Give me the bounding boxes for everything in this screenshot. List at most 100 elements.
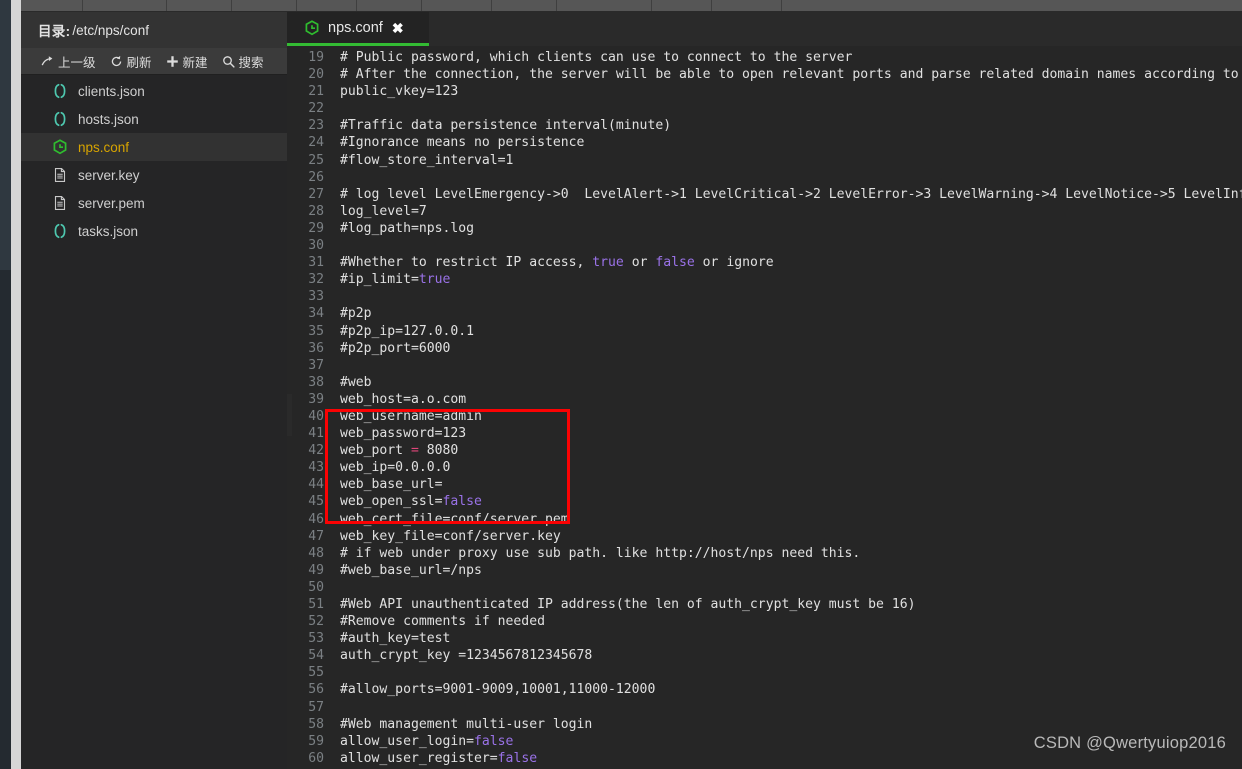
code-line: 44 web_base_url= bbox=[287, 476, 1242, 493]
code-line-text: allow_user_login=false bbox=[340, 733, 513, 750]
code-line: 30 bbox=[287, 237, 1242, 254]
code-line-text: web_host=a.o.com bbox=[340, 391, 466, 408]
code-token: #ip_limit= bbox=[340, 272, 419, 288]
code-line: 28 log_level=7 bbox=[287, 203, 1242, 220]
config-g-icon bbox=[52, 139, 68, 155]
file-name: server.key bbox=[78, 167, 140, 183]
code-token: web_base_url= bbox=[340, 477, 443, 493]
code-line: 58 #Web management multi-user login bbox=[287, 716, 1242, 733]
file-list-item[interactable]: server.key bbox=[21, 161, 287, 189]
watermark: CSDN @Qwertyuiop2016 bbox=[1033, 734, 1226, 752]
code-line-text: #Web management multi-user login bbox=[340, 716, 592, 733]
code-token: # Public password, which clients can use… bbox=[340, 50, 853, 65]
code-line-text: #p2p_ip=127.0.0.1 bbox=[340, 323, 474, 340]
code-line-text: #p2p_port=6000 bbox=[340, 340, 450, 357]
code-token: allow_user_login= bbox=[340, 733, 475, 749]
tab-nps-conf[interactable]: nps.conf ✖ bbox=[287, 12, 429, 46]
plus-icon bbox=[166, 55, 179, 68]
code-line-text: # log level LevelEmergency->0 LevelAlert… bbox=[340, 186, 1242, 203]
file-name: clients.json bbox=[78, 83, 145, 99]
tab-strip-separator bbox=[651, 0, 652, 11]
code-line: 25 #flow_store_interval=1 bbox=[287, 152, 1242, 169]
toolbar-plus[interactable]: 新建 bbox=[159, 48, 215, 75]
line-number: 32 bbox=[308, 272, 324, 288]
left-edge-column-lower bbox=[0, 270, 11, 769]
code-line-text: #flow_store_interval=1 bbox=[340, 152, 513, 169]
code-line-text: allow_user_register=false bbox=[340, 750, 537, 767]
code-token: web_password=123 bbox=[340, 426, 467, 442]
code-line: 26 bbox=[287, 169, 1242, 186]
code-line: 27 # log level LevelEmergency->0 LevelAle… bbox=[287, 186, 1242, 203]
code-token: or bbox=[623, 255, 656, 271]
code-line: 42 web_port = 8080 bbox=[287, 442, 1242, 459]
line-number: 35 bbox=[308, 323, 324, 339]
line-number: 19 bbox=[308, 50, 324, 65]
code-line: 31 #Whether to restrict IP access, true o… bbox=[287, 254, 1242, 271]
editor-tab-bar: nps.conf ✖ bbox=[287, 12, 1242, 46]
line-number: 43 bbox=[308, 460, 324, 476]
directory-label: 目录: bbox=[38, 24, 71, 39]
code-token: #Whether to restrict IP access, bbox=[340, 255, 593, 271]
chevron-left-icon[interactable] bbox=[287, 394, 292, 436]
arrow-up-level-icon bbox=[41, 55, 54, 68]
code-line: 45 web_open_ssl=false bbox=[287, 493, 1242, 510]
code-line-text: # After the connection, the server will … bbox=[340, 66, 1242, 83]
code-token: false bbox=[442, 494, 482, 510]
app-window: 目录: /etc/nps/conf 上一级 刷新 新建 搜索 clients.json… bbox=[0, 0, 1242, 769]
tab-strip-separator bbox=[231, 0, 232, 11]
code-line-text: #auth_key=test bbox=[340, 630, 450, 647]
code-line: 54 auth_crypt_key =1234567812345678 bbox=[287, 647, 1242, 664]
code-line: 35 #p2p_ip=127.0.0.1 bbox=[287, 323, 1242, 340]
code-token: #allow_ports=9001-9009,10001,11000-12000 bbox=[340, 682, 656, 698]
line-number: 21 bbox=[308, 84, 324, 100]
code-token: = bbox=[410, 443, 419, 459]
toolbar-search[interactable]: 搜索 bbox=[215, 48, 271, 75]
file-list-item[interactable]: tasks.json bbox=[21, 217, 287, 245]
line-number: 26 bbox=[308, 169, 324, 185]
code-line: 36 #p2p_port=6000 bbox=[287, 340, 1242, 357]
tab-strip-separator bbox=[711, 0, 712, 11]
code-line: 33 bbox=[287, 288, 1242, 305]
code-line-text: auth_crypt_key =1234567812345678 bbox=[340, 647, 592, 664]
line-number: 34 bbox=[308, 306, 324, 322]
code-token: web_open_ssl= bbox=[340, 494, 443, 510]
code-token: #Web management multi-user login bbox=[340, 716, 593, 732]
line-number: 30 bbox=[308, 238, 324, 254]
toolbar-arrow-up-level[interactable]: 上一级 bbox=[34, 48, 103, 75]
file-list-item[interactable]: nps.conf bbox=[21, 133, 287, 161]
file-list-item[interactable]: server.pem bbox=[21, 189, 287, 217]
directory-header: 目录: /etc/nps/conf bbox=[21, 12, 287, 48]
code-token: # if web under proxy use sub path. like … bbox=[340, 545, 861, 561]
line-number: 47 bbox=[308, 528, 324, 544]
code-viewport[interactable]: 19 # Public password, which clients can u… bbox=[287, 46, 1242, 769]
file-list-item[interactable]: clients.json bbox=[21, 77, 287, 105]
tab-strip-separator bbox=[491, 0, 492, 11]
line-number: 38 bbox=[308, 374, 324, 390]
code-token: auth_crypt_key =1234567812345678 bbox=[340, 648, 593, 664]
line-number: 46 bbox=[308, 511, 324, 527]
line-number: 22 bbox=[308, 101, 324, 117]
code-line: 19 # Public password, which clients can u… bbox=[287, 49, 1242, 66]
line-number: 60 bbox=[308, 750, 324, 766]
left-vertical-rail bbox=[11, 0, 21, 769]
code-line: 41 web_password=123 bbox=[287, 425, 1242, 442]
code-content: 19 # Public password, which clients can u… bbox=[287, 46, 1242, 767]
top-tab-strip[interactable] bbox=[21, 0, 1242, 11]
line-number: 42 bbox=[308, 443, 324, 459]
toolbar-refresh[interactable]: 刷新 bbox=[103, 48, 159, 75]
code-token: web_port bbox=[340, 443, 411, 459]
code-token: # After the connection, the server will … bbox=[340, 67, 1242, 83]
document-icon bbox=[52, 195, 68, 211]
tab-strip-separator bbox=[296, 0, 297, 11]
file-list: clients.json hosts.json nps.conf server.key… bbox=[21, 75, 287, 245]
tab-label: nps.conf bbox=[328, 19, 383, 36]
file-browser-toolbar: 上一级 刷新 新建 搜索 bbox=[21, 48, 287, 75]
line-number: 54 bbox=[308, 648, 324, 664]
line-number: 41 bbox=[308, 426, 324, 442]
code-token: #Web API unauthenticated IP address(the … bbox=[340, 597, 916, 612]
code-line: 23 #Traffic data persistence interval(min… bbox=[287, 117, 1242, 134]
file-list-item[interactable]: hosts.json bbox=[21, 105, 287, 133]
line-number: 44 bbox=[308, 477, 324, 493]
line-number: 49 bbox=[308, 562, 324, 578]
close-icon[interactable]: ✖ bbox=[392, 21, 404, 35]
